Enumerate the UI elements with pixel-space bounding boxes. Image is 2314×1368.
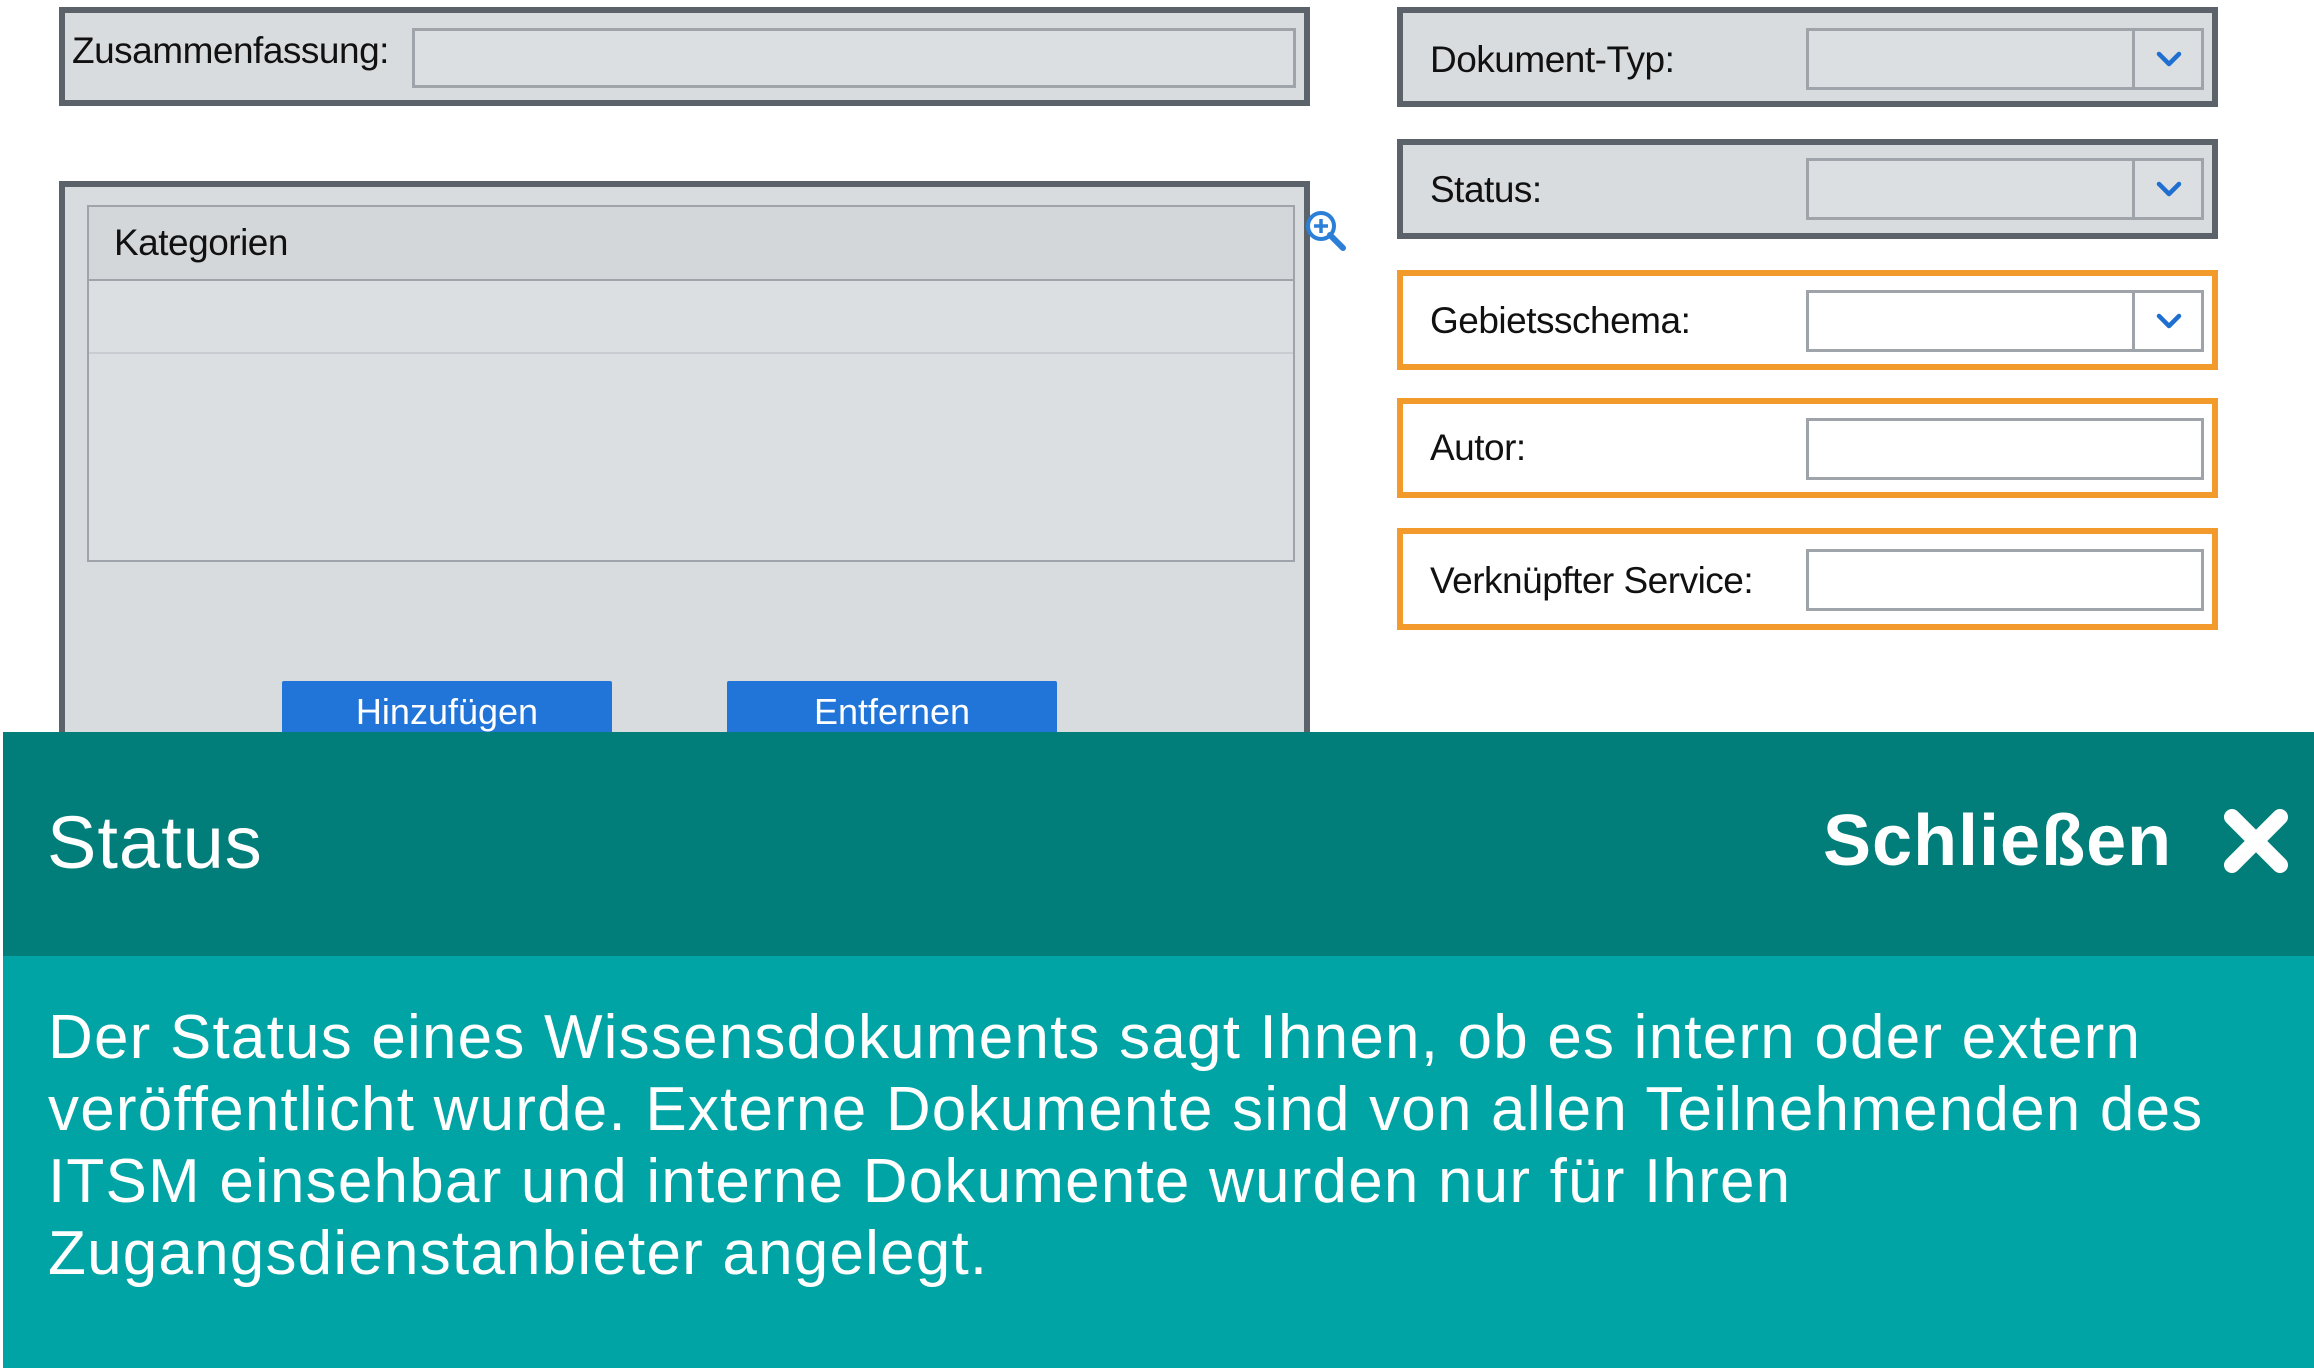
linked-service-input[interactable] [1806, 549, 2204, 611]
author-label: Autor: [1430, 427, 1526, 468]
document-type-label: Dokument-Typ: [1430, 39, 1675, 80]
tooltip-description: Der Status eines Wissensdokuments sagt I… [48, 1003, 2204, 1288]
summary-label: Zusammenfassung: [72, 30, 389, 71]
select-divider [2132, 293, 2135, 349]
chevron-down-icon [2156, 51, 2182, 67]
author-input[interactable] [1806, 418, 2204, 480]
select-divider [2132, 161, 2135, 217]
chevron-down-icon [2156, 313, 2182, 329]
locale-select[interactable] [1806, 290, 2204, 352]
document-type-select[interactable] [1806, 28, 2204, 90]
summary-input[interactable] [412, 28, 1296, 88]
select-divider [2132, 31, 2135, 87]
linked-service-label: Verknüpfter Service: [1430, 560, 1754, 601]
categories-header-label: Kategorien [114, 222, 288, 263]
chevron-down-icon [2156, 181, 2182, 197]
close-button[interactable]: Schließen [1823, 800, 2172, 882]
status-select[interactable] [1806, 158, 2204, 220]
tooltip-title: Status [47, 801, 263, 884]
locale-label: Gebietsschema: [1430, 300, 1691, 341]
status-label: Status: [1430, 169, 1542, 210]
categories-table-row[interactable] [89, 352, 1293, 354]
zoom-in-icon[interactable] [1303, 208, 1349, 254]
close-icon[interactable] [2222, 807, 2290, 875]
